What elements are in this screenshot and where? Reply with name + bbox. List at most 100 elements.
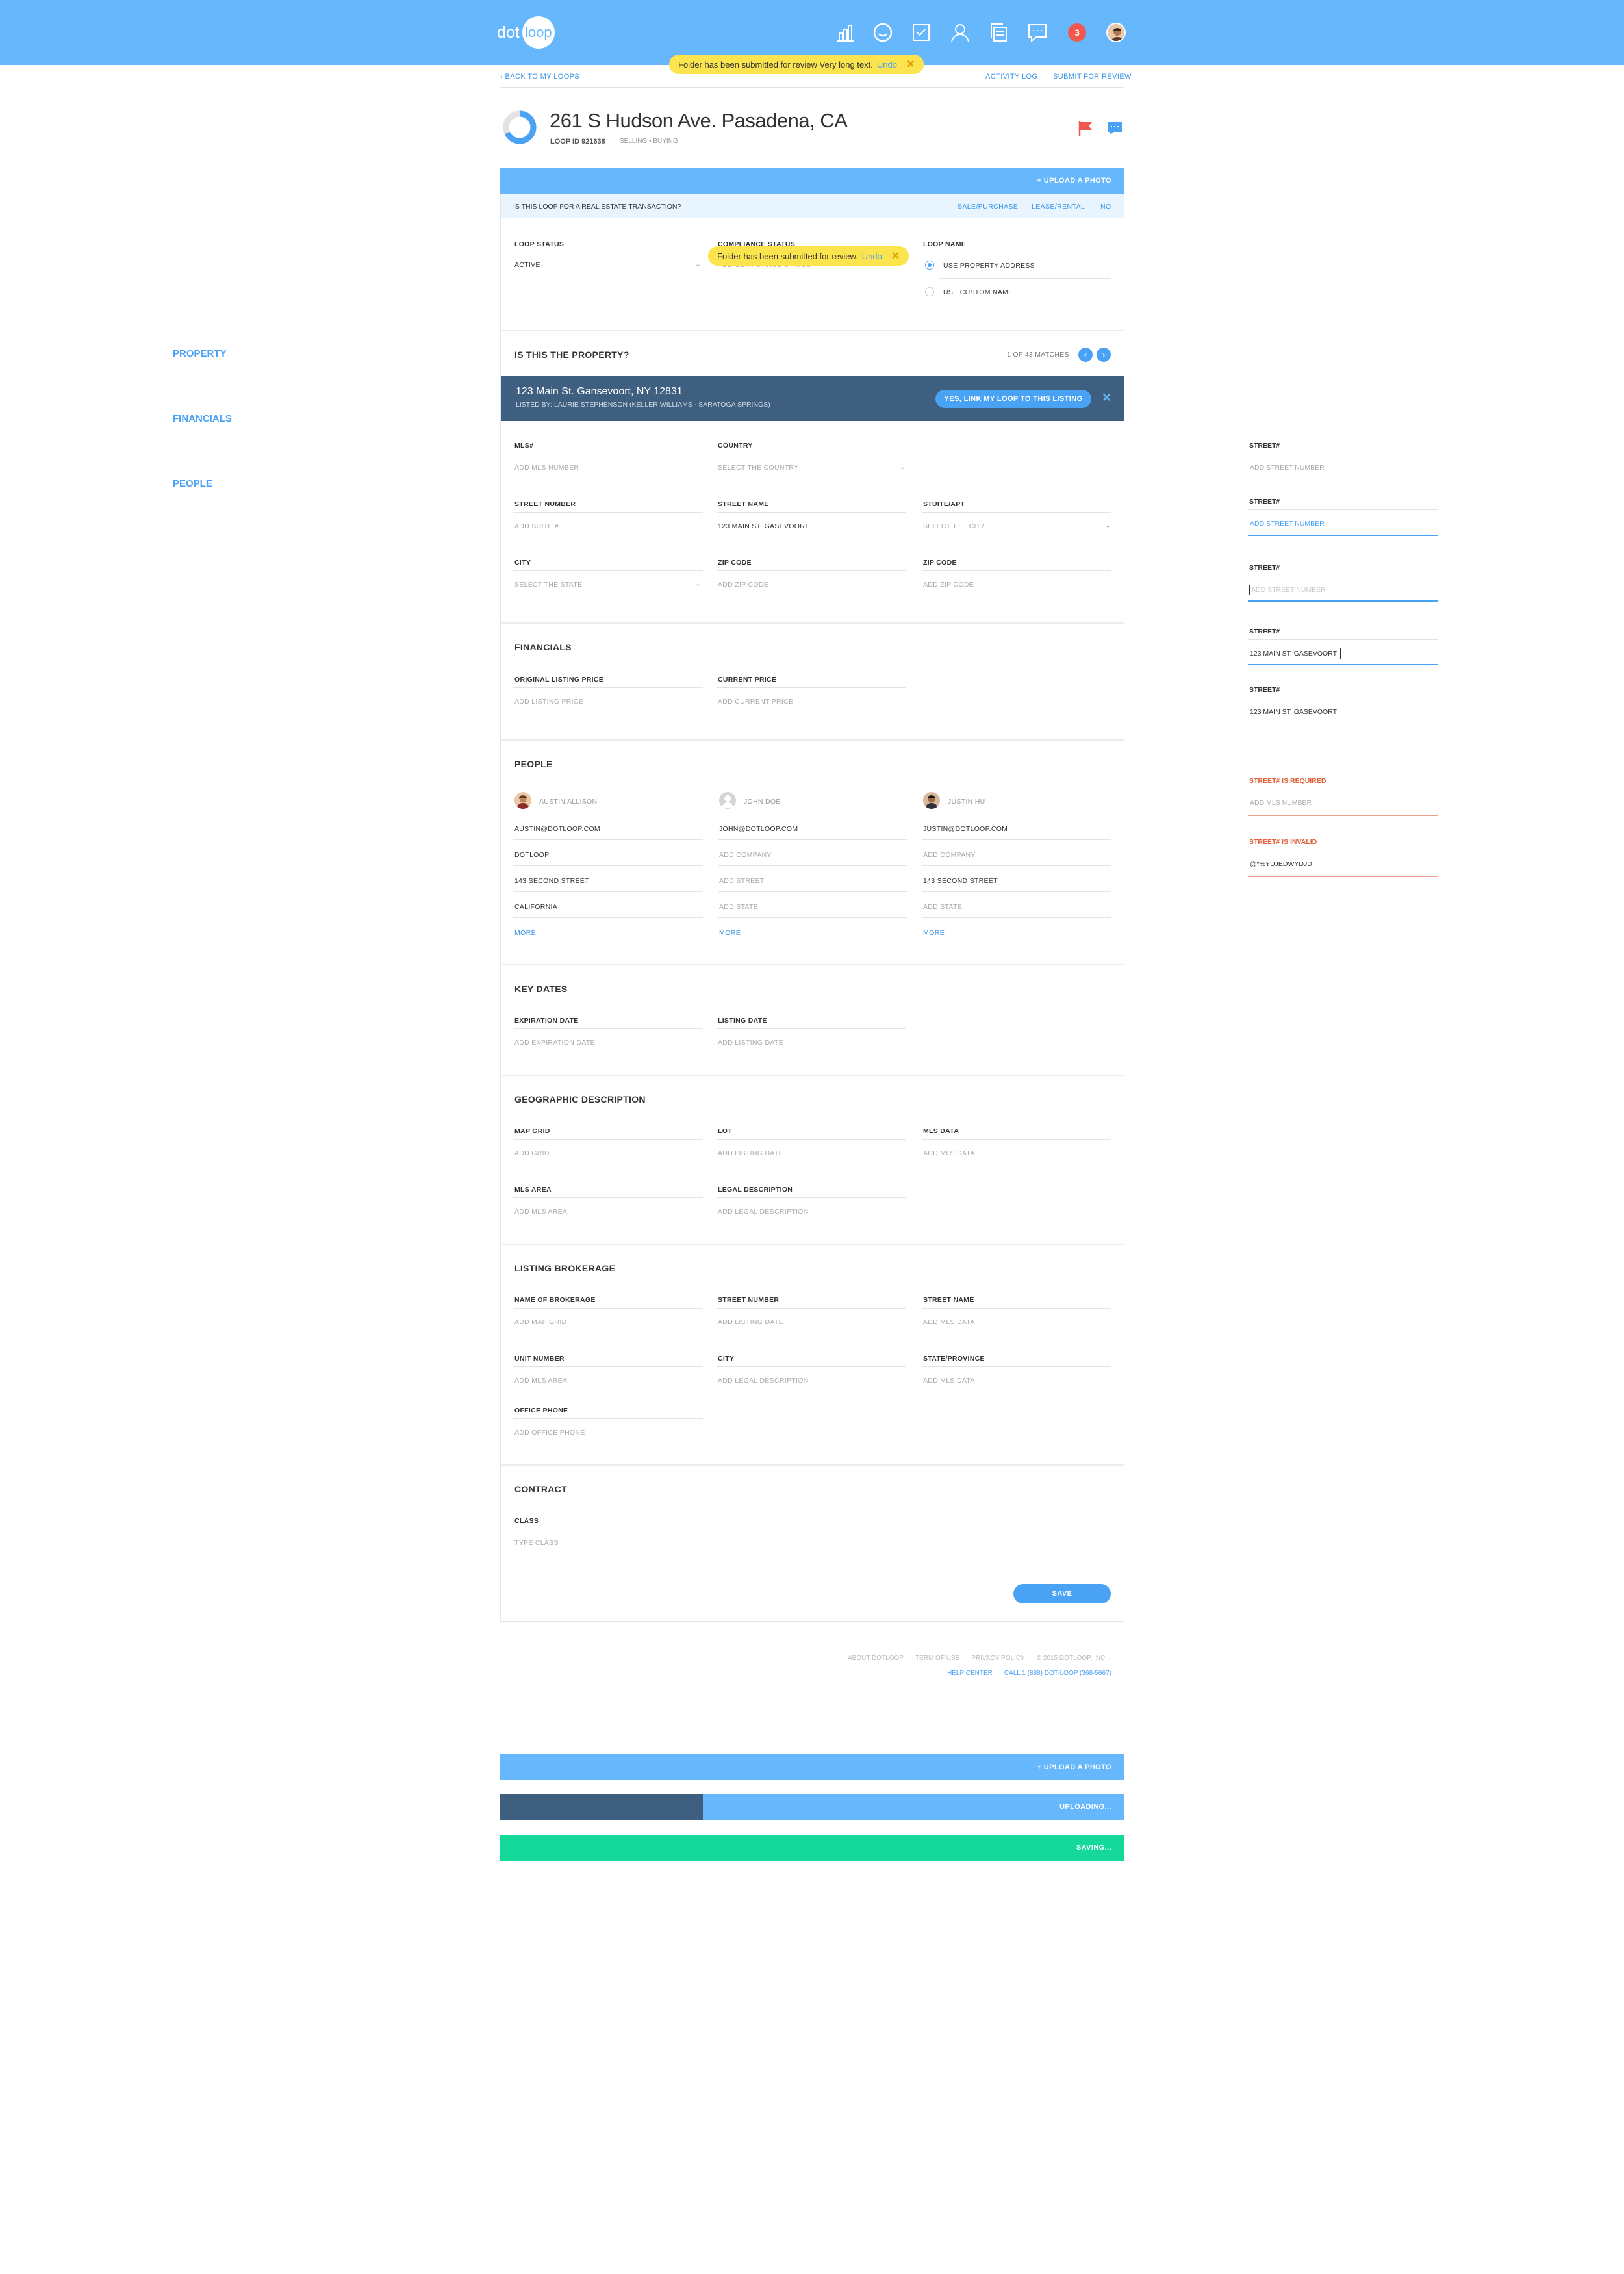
brokerage-street-name-input[interactable]: ADD MLS DATA — [923, 1318, 975, 1326]
person-street[interactable]: 143 SECOND STREET — [514, 877, 589, 885]
help-center-link[interactable]: HELP CENTER — [947, 1670, 993, 1677]
suite-select[interactable]: SELECT THE CITY — [923, 522, 985, 530]
option-no[interactable]: NO — [1100, 203, 1111, 211]
submit-for-review-link[interactable]: SUBMIT FOR REVIEW — [1053, 73, 1132, 81]
mls-input[interactable]: ADD MLS NUMBER — [514, 464, 579, 472]
use-custom-radio[interactable] — [925, 287, 934, 296]
focus-underline — [1248, 600, 1438, 602]
street-input-hover[interactable]: ADD STREET NUMBER — [1250, 520, 1325, 528]
brokerage-city-input[interactable]: ADD LEGAL DESCRIPTION — [718, 1377, 809, 1385]
flag-icon[interactable] — [1078, 120, 1095, 140]
toast-close-icon[interactable]: ✕ — [891, 249, 900, 262]
chat-icon[interactable] — [1025, 20, 1050, 45]
person-icon[interactable] — [948, 20, 972, 45]
upload-photo-bar-state[interactable]: + UPLOAD A PHOTO — [500, 1754, 1124, 1780]
field-rule — [717, 1197, 906, 1198]
person-company[interactable]: ADD COMPANY — [719, 851, 772, 859]
listing-date-input[interactable]: ADD LISTING DATE — [718, 1039, 783, 1047]
field-rule — [717, 1028, 906, 1029]
zip-code-input[interactable]: ADD ZIP CODE — [718, 581, 768, 589]
person-state[interactable]: ADD STATE — [923, 903, 962, 911]
next-match-button[interactable]: › — [1097, 348, 1111, 362]
street-input-default[interactable]: ADD STREET NUMBER — [1250, 464, 1325, 472]
city-select[interactable]: SELECT THE STATE — [514, 581, 582, 589]
toast-close-icon[interactable]: ✕ — [906, 58, 915, 71]
toast-undo-link[interactable]: Undo — [877, 60, 897, 70]
upload-photo-bar[interactable]: + UPLOAD A PHOTO — [500, 168, 1124, 194]
street-name-input[interactable]: 123 MAIN ST, GASEVOORT — [718, 522, 809, 530]
mls-area-input[interactable]: ADD MLS AREA — [514, 1208, 567, 1216]
person-email[interactable]: AUSTIN@DOTLOOP.COM — [514, 825, 600, 833]
field-rule — [513, 687, 703, 688]
notification-badge[interactable]: 3 — [1068, 23, 1086, 42]
use-property-radio[interactable] — [925, 261, 934, 270]
person-more-link[interactable]: MORE — [719, 929, 741, 937]
office-phone-label: OFFICE PHONE — [514, 1407, 568, 1414]
close-icon[interactable]: ✕ — [1102, 391, 1111, 405]
brokerage-name-input[interactable]: ADD MAP GRID — [514, 1318, 566, 1326]
street-input-focus[interactable]: ADD STREET NUMBER — [1251, 586, 1326, 594]
office-phone-input[interactable]: ADD OFFICE PHONE — [514, 1429, 585, 1437]
original-price-input[interactable]: ADD LISTING PRICE — [514, 698, 583, 706]
person-more-link[interactable]: MORE — [514, 929, 536, 937]
person-street[interactable]: ADD STREET — [719, 877, 765, 885]
brokerage-street-number-label: STREET NUMBER — [718, 1296, 780, 1304]
footer-privacy-link[interactable]: PRIVACY POLICY — [971, 1655, 1024, 1662]
current-price-input[interactable]: ADD CURRENT PRICE — [718, 698, 793, 706]
back-to-loops-link[interactable]: ‹ BACK TO MY LOOPS — [500, 73, 579, 81]
person-more-link[interactable]: MORE — [923, 929, 945, 937]
chart-icon[interactable] — [833, 20, 857, 45]
zip-code-input[interactable]: ADD ZIP CODE — [923, 581, 974, 589]
hover-underline — [1248, 535, 1438, 536]
previous-match-button[interactable]: ‹ — [1078, 348, 1093, 362]
street-number-input[interactable]: ADD SUITE # — [514, 522, 559, 530]
unit-number-input[interactable]: ADD MLS AREA — [514, 1377, 567, 1385]
sidenav-property[interactable]: PROPERTY — [160, 331, 443, 396]
lot-label: LOT — [718, 1127, 732, 1135]
person-email[interactable]: JOHN@DOTLOOP.COM — [719, 825, 798, 833]
link-listing-button[interactable]: YES, LINK MY LOOP TO THIS LISTING — [935, 390, 1091, 408]
street-input-filled[interactable]: 123 MAIN ST, GASEVOORT — [1250, 708, 1337, 716]
loop-status-select[interactable]: ACTIVE — [514, 261, 540, 269]
class-input[interactable]: TYPE CLASS — [514, 1539, 559, 1547]
expiration-date-input[interactable]: ADD EXPIRATION DATE — [514, 1039, 595, 1047]
sidenav-financials[interactable]: FINANCIALS — [160, 396, 443, 461]
subnav-divider — [500, 87, 1124, 88]
person-email[interactable]: JUSTIN@DOTLOOP.COM — [923, 825, 1008, 833]
field-rule — [922, 917, 1111, 918]
legal-description-input[interactable]: ADD LEGAL DESCRIPTION — [718, 1208, 809, 1216]
section-divider — [501, 1464, 1124, 1466]
loop-name-label: LOOP NAME — [923, 240, 967, 248]
mls-data-input[interactable]: ADD MLS DATA — [923, 1149, 975, 1157]
person-company[interactable]: DOTLOOP — [514, 851, 549, 859]
country-select[interactable]: SELECT THE COUNTRY — [718, 464, 798, 472]
footer-about-link[interactable]: ABOUT DOTLOOP — [848, 1655, 904, 1662]
person-company[interactable]: ADD COMPANY — [923, 851, 976, 859]
save-button[interactable]: SAVE — [1013, 1584, 1111, 1603]
option-sale-purchase[interactable]: SALE/PURCHASE — [958, 203, 1018, 211]
toast-undo-link[interactable]: Undo — [862, 251, 882, 261]
call-link[interactable]: CALL 1 (888) DOT-LOOP (368-5667) — [1004, 1670, 1111, 1677]
checklist-icon[interactable] — [909, 20, 933, 45]
person-street[interactable]: 143 SECOND STREET — [923, 877, 998, 885]
user-avatar[interactable] — [1106, 23, 1126, 42]
person-state[interactable]: CALIFORNIA — [514, 903, 557, 911]
brokerage-street-number-input[interactable]: ADD LISTING DATE — [718, 1318, 783, 1326]
lot-input[interactable]: ADD LISTING DATE — [718, 1149, 783, 1157]
street-input-invalid[interactable]: @*%YUJEDWYDJD — [1250, 860, 1312, 868]
dotloop-logo[interactable]: dot loop — [497, 16, 555, 49]
documents-icon[interactable] — [986, 20, 1011, 45]
sidenav-people[interactable]: PEOPLE — [160, 461, 443, 500]
option-lease-rental[interactable]: LEASE/RENTAL — [1032, 203, 1085, 211]
map-grid-input[interactable]: ADD GRID — [514, 1149, 550, 1157]
street-input-typing[interactable]: 123 MAIN ST, GASEVOORT — [1250, 650, 1337, 658]
footer-terms-link[interactable]: TERM OF USE — [915, 1655, 959, 1662]
state-province-input[interactable]: ADD MLS DATA — [923, 1377, 975, 1385]
comment-icon[interactable] — [1106, 120, 1123, 140]
smile-icon[interactable] — [870, 20, 895, 45]
footer-help-links: HELP CENTER CALL 1 (888) DOT-LOOP (368-5… — [947, 1670, 1111, 1677]
section-divider — [501, 1244, 1124, 1245]
street-input-required[interactable]: ADD MLS NUMBER — [1250, 799, 1312, 807]
person-state[interactable]: ADD STATE — [719, 903, 758, 911]
activity-log-link[interactable]: ACTIVITY LOG — [985, 73, 1037, 81]
